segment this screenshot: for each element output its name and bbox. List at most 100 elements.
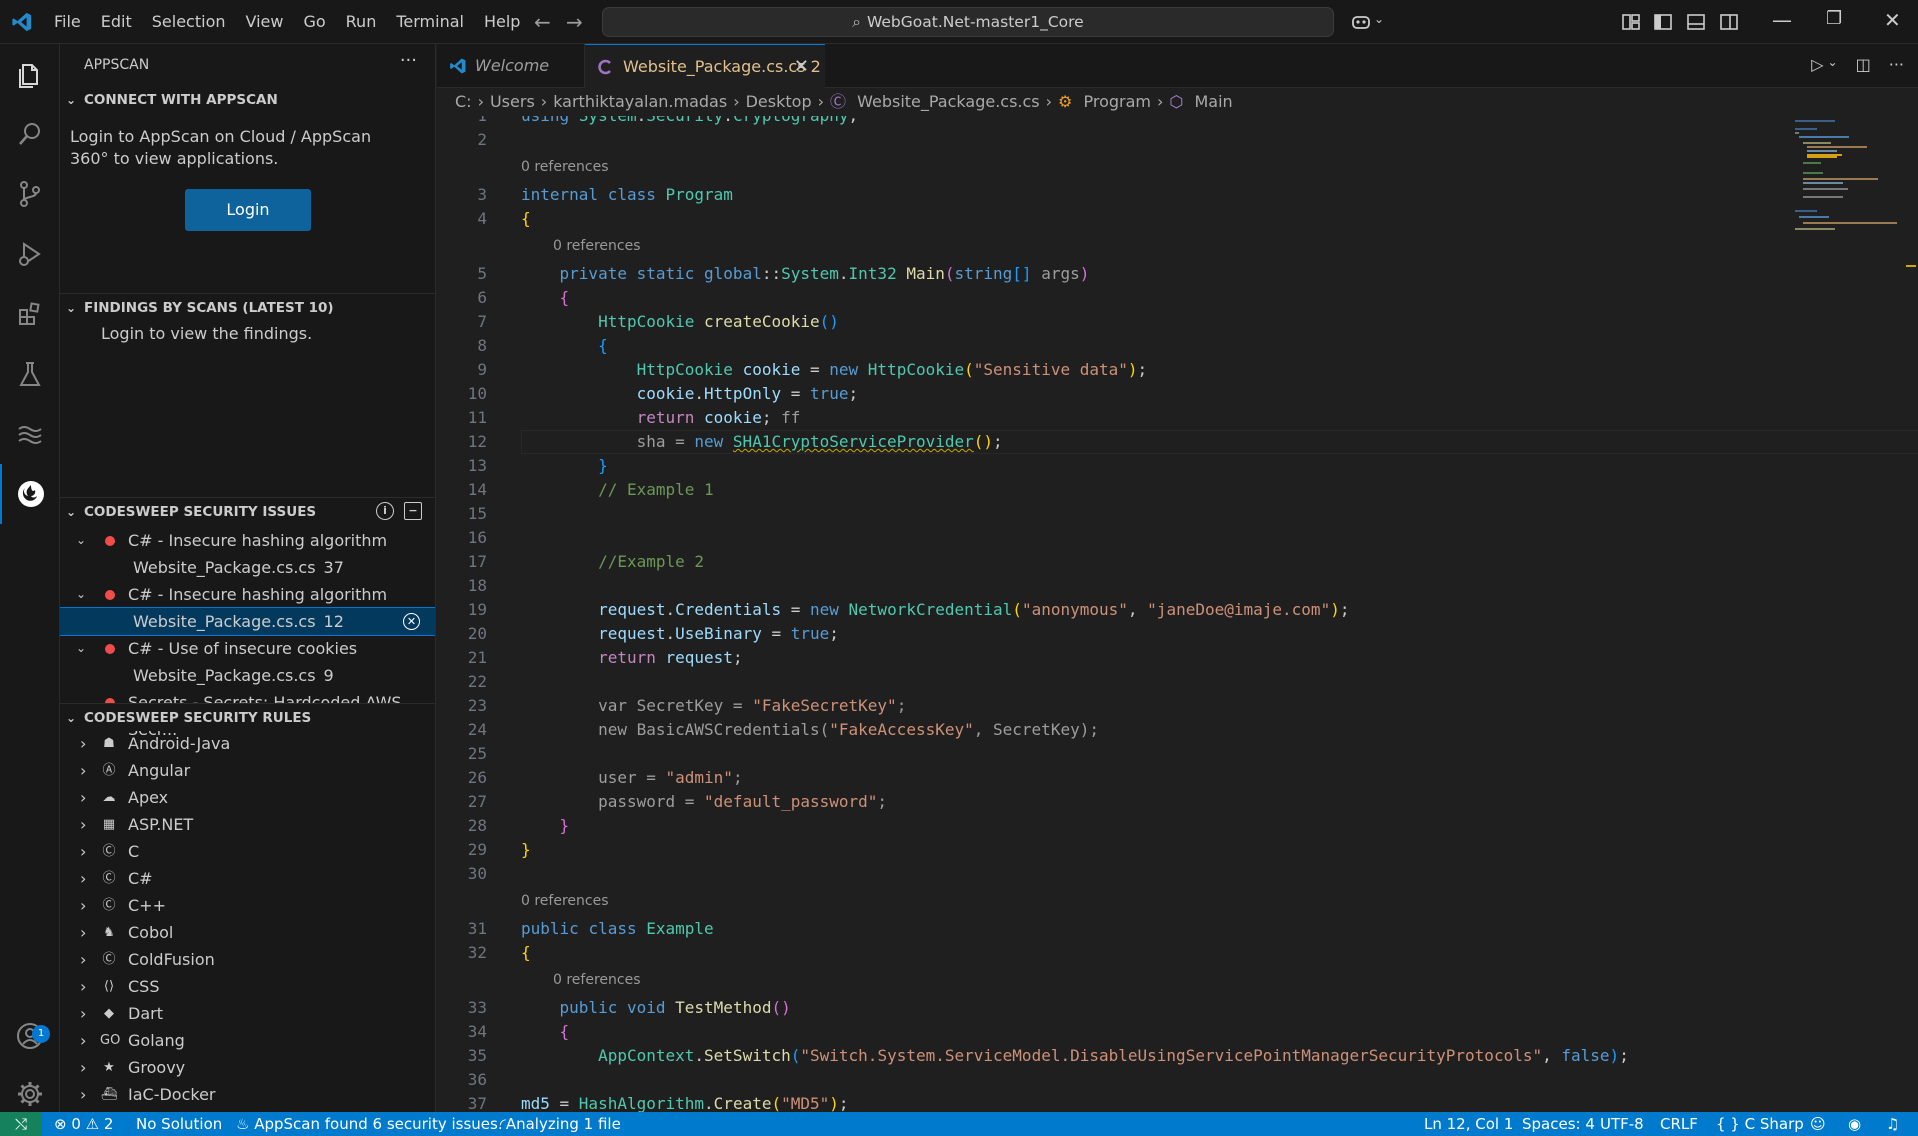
- testing-flask-icon[interactable]: [0, 344, 60, 404]
- code-line[interactable]: 4{: [437, 207, 1877, 231]
- codelens-references[interactable]: 0 references: [521, 893, 609, 909]
- customize-layout-icon[interactable]: [1620, 11, 1642, 33]
- toggle-panel-icon[interactable]: [1685, 11, 1707, 33]
- code-line[interactable]: 28 }: [437, 814, 1877, 838]
- code-line[interactable]: 36: [437, 1068, 1877, 1092]
- rule-item-css[interactable]: › ⟨⟩ CSS: [60, 973, 435, 1000]
- info-icon[interactable]: i: [376, 502, 394, 520]
- issue-file-item[interactable]: Website_Package.cs.cs 37: [60, 554, 435, 581]
- code-line[interactable]: 24 new BasicAWSCredentials("FakeAccessKe…: [437, 718, 1877, 742]
- problems-indicator[interactable]: ⊗ 0 ⚠ 2: [54, 1112, 113, 1136]
- code-line[interactable]: 18: [437, 574, 1877, 598]
- close-tab-icon[interactable]: ✕: [794, 45, 809, 89]
- back-arrow-icon[interactable]: ←: [534, 10, 551, 34]
- code-line[interactable]: 20 request.UseBinary = true;: [437, 622, 1877, 646]
- tab-welcome[interactable]: Welcome: [437, 44, 585, 88]
- run-debug-icon[interactable]: [0, 224, 60, 284]
- restore-window-icon[interactable]: ❐: [1826, 8, 1842, 29]
- code-line[interactable]: 3 internal class Program: [437, 183, 1877, 207]
- copilot-chevron-down-icon[interactable]: ⌄: [1374, 12, 1384, 26]
- toggle-secondary-sidebar-icon[interactable]: [1718, 11, 1740, 33]
- code-line[interactable]: 33 public void TestMethod(): [437, 996, 1877, 1020]
- rule-item-c-[interactable]: › Ⓒ C#: [60, 865, 435, 892]
- rule-item-c-[interactable]: › Ⓒ C++: [60, 892, 435, 919]
- breadcrumb-item[interactable]: C:: [455, 92, 472, 111]
- codelens-references[interactable]: 0 references: [553, 972, 641, 988]
- notifications-bell-icon[interactable]: ♫: [1886, 1112, 1899, 1136]
- appscan-waves-icon[interactable]: [0, 404, 60, 464]
- code-line[interactable]: 13 }: [437, 454, 1877, 478]
- code-line[interactable]: 30: [437, 862, 1877, 886]
- code-line[interactable]: 34 {: [437, 1020, 1877, 1044]
- code-line[interactable]: 29}: [437, 838, 1877, 862]
- codelens-references[interactable]: 0 references: [521, 159, 609, 175]
- search-icon[interactable]: [0, 104, 60, 164]
- breadcrumb-item[interactable]: Main: [1194, 92, 1232, 111]
- line-ending[interactable]: CRLF: [1660, 1112, 1698, 1136]
- breadcrumb-item[interactable]: karthiktayalan.madas: [553, 92, 727, 111]
- code-line[interactable]: 32 {: [437, 941, 1877, 965]
- menu-item-terminal[interactable]: Terminal: [386, 0, 474, 44]
- code-line[interactable]: 6 {: [437, 286, 1877, 310]
- findings-section-header[interactable]: ⌄ FINDINGS BY SCANS (LATEST 10): [60, 293, 435, 321]
- code-line[interactable]: 8 {: [437, 334, 1877, 358]
- encoding[interactable]: UTF-8: [1600, 1112, 1644, 1136]
- issue-item[interactable]: ⌄ C# - Use of insecure cookies: [60, 635, 435, 662]
- more-actions-icon[interactable]: ···: [400, 50, 417, 71]
- login-button[interactable]: Login: [185, 189, 311, 231]
- dismiss-issue-icon[interactable]: ✕: [403, 613, 420, 630]
- code-line[interactable]: 37 md5 = HashAlgorithm.Create("MD5");: [437, 1092, 1877, 1112]
- issues-section-header[interactable]: ⌄ CODESWEEP SECURITY ISSUES i −: [60, 497, 435, 525]
- code-line[interactable]: 12 sha = new SHA1CryptoServiceProvider()…: [437, 430, 1877, 454]
- code-line[interactable]: 23 var SecretKey = "FakeSecretKey";: [437, 694, 1877, 718]
- code-line[interactable]: 22: [437, 670, 1877, 694]
- menu-item-help[interactable]: Help: [474, 0, 530, 44]
- language-mode[interactable]: { } C Sharp: [1716, 1112, 1804, 1136]
- rule-item-iac-docker[interactable]: › ⛴ IaC-Docker: [60, 1081, 435, 1108]
- code-line[interactable]: 14 // Example 1: [437, 478, 1877, 502]
- indentation[interactable]: Spaces: 4: [1522, 1112, 1595, 1136]
- issue-file-item[interactable]: Website_Package.cs.cs 9: [60, 662, 435, 689]
- toggle-primary-sidebar-icon[interactable]: [1652, 11, 1674, 33]
- menu-item-run[interactable]: Run: [336, 0, 387, 44]
- code-line[interactable]: 17 //Example 2: [437, 550, 1877, 574]
- rule-item-android-java[interactable]: › ☗ Android-Java: [60, 730, 435, 757]
- source-control-icon[interactable]: [0, 164, 60, 224]
- cursor-position[interactable]: Ln 12, Col 1: [1424, 1112, 1513, 1136]
- forward-arrow-icon[interactable]: →: [566, 10, 583, 34]
- more-actions-icon[interactable]: ···: [1889, 55, 1904, 74]
- split-editor-icon[interactable]: ◫: [1856, 55, 1871, 74]
- extensions-icon[interactable]: [0, 284, 60, 344]
- minimap[interactable]: [1787, 116, 1897, 276]
- code-line[interactable]: 16: [437, 526, 1877, 550]
- run-dropdown-chevron-icon[interactable]: ⌄: [1828, 55, 1838, 74]
- code-line[interactable]: 10 cookie.HttpOnly = true;: [437, 382, 1877, 406]
- breadcrumb-item[interactable]: Website_Package.cs.cs: [857, 92, 1040, 111]
- rule-item-cobol[interactable]: › ♞ Cobol: [60, 919, 435, 946]
- code-line[interactable]: 26 user = "admin";: [437, 766, 1877, 790]
- solution-status[interactable]: No Solution: [136, 1112, 222, 1136]
- issue-item[interactable]: ⌄ C# - Insecure hashing algorithm: [60, 527, 435, 554]
- code-line[interactable]: 1 using System.Security.Cryptography;: [437, 116, 1877, 128]
- rule-item-groovy[interactable]: › ★ Groovy: [60, 1054, 435, 1081]
- code-line[interactable]: 15: [437, 502, 1877, 526]
- menu-item-file[interactable]: File: [44, 0, 91, 44]
- collapse-all-icon[interactable]: −: [404, 502, 422, 520]
- remote-indicator-icon[interactable]: ⤭: [0, 1112, 42, 1136]
- extension-status-icon[interactable]: ◉: [1848, 1112, 1861, 1136]
- issue-file-item[interactable]: Website_Package.cs.cs 12 ✕: [60, 607, 435, 636]
- rule-item-asp-net[interactable]: › ▦ ASP.NET: [60, 811, 435, 838]
- code-line[interactable]: 9 HttpCookie cookie = new HttpCookie("Se…: [437, 358, 1877, 382]
- code-line[interactable]: 7 HttpCookie createCookie(): [437, 310, 1877, 334]
- code-line[interactable]: 5 private static global::System.Int32 Ma…: [437, 262, 1877, 286]
- rule-item-dart[interactable]: › ◆ Dart: [60, 1000, 435, 1027]
- rules-section-header[interactable]: ⌄ CODESWEEP SECURITY RULES: [60, 703, 435, 731]
- close-window-icon[interactable]: ✕: [1884, 8, 1901, 32]
- rule-item-golang[interactable]: › GO Golang: [60, 1027, 435, 1054]
- breadcrumb-item[interactable]: Desktop: [746, 92, 812, 111]
- code-line[interactable]: 11 return cookie; ff: [437, 406, 1877, 430]
- code-line[interactable]: 21 return request;: [437, 646, 1877, 670]
- breadcrumb-item[interactable]: Users: [490, 92, 535, 111]
- tab-website-package[interactable]: Website_Package.cs.cs 2 ✕: [585, 44, 825, 88]
- menu-item-view[interactable]: View: [236, 0, 294, 44]
